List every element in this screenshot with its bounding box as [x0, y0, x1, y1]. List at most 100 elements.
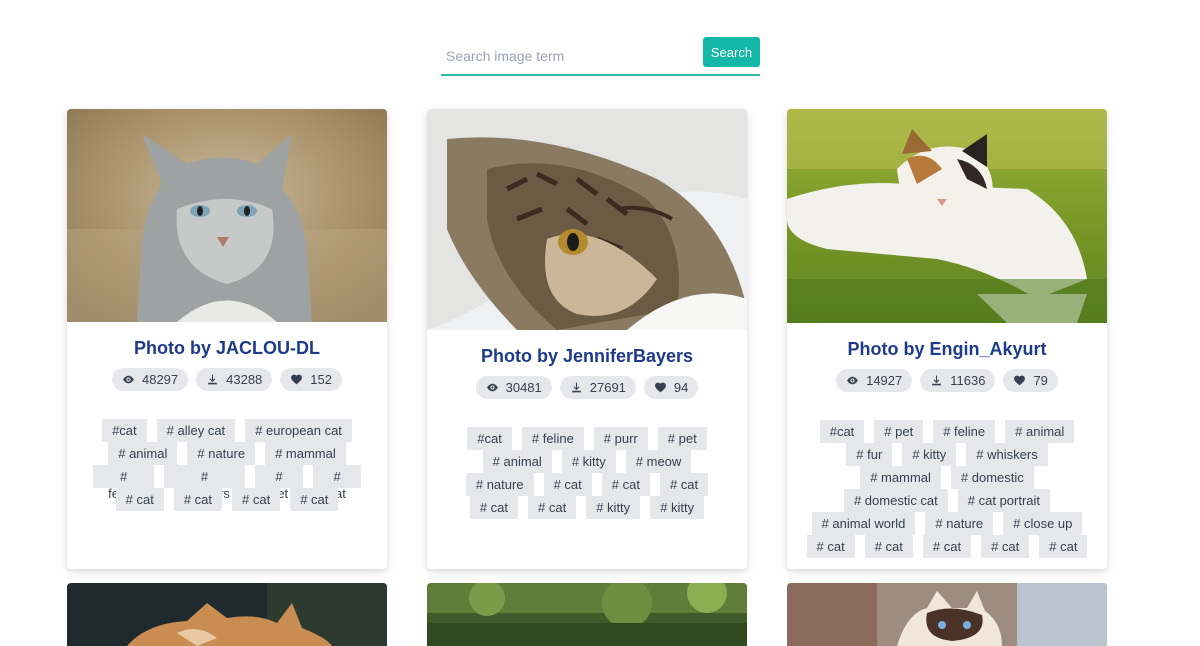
tag[interactable]: # cat — [232, 488, 281, 511]
tag-list: #cat # pet # feline # animal # fur # kit… — [797, 420, 1097, 558]
tag[interactable]: #cat — [102, 419, 147, 442]
tag[interactable]: # animal — [1005, 420, 1075, 443]
views-count: 14927 — [866, 373, 903, 388]
tag[interactable]: # meow — [625, 450, 692, 473]
tag[interactable]: # domestic — [950, 466, 1034, 489]
stats-row: 48297 43288 152 — [77, 368, 377, 391]
card-body: Photo by Engin_Akyurt 14927 11636 79 #ca… — [787, 323, 1107, 568]
tag[interactable]: # cat — [173, 488, 222, 511]
tag[interactable]: # animal — [482, 450, 552, 473]
tag[interactable]: # cat portrait — [957, 489, 1051, 512]
tag-row: # cat # cat # cat # cat — [93, 488, 361, 511]
tag[interactable]: # cat — [290, 488, 339, 511]
image-card[interactable]: Photo by JACLOU-DL 48297 43288 152 #cat … — [67, 109, 387, 569]
eye-icon — [123, 375, 134, 384]
tag-row: # domestic cat # cat portrait — [805, 489, 1089, 512]
card-image[interactable] — [787, 583, 1107, 646]
card-title[interactable]: Photo by JenniferBayers — [437, 346, 737, 367]
tag[interactable]: # kitty — [650, 496, 705, 519]
tag[interactable]: # nature — [465, 473, 534, 496]
tag[interactable]: # nature — [187, 442, 256, 465]
tag-row: #cat # feline # purr # pet — [453, 427, 721, 450]
views-count: 48297 — [141, 372, 179, 387]
tag[interactable]: # cat — [659, 473, 709, 496]
stats-row: 30481 27691 94 — [437, 376, 737, 399]
tag[interactable]: # kitty — [561, 450, 616, 473]
tag[interactable]: # pet — [254, 465, 304, 501]
heart-icon — [1014, 375, 1026, 386]
downloads-stat: 11636 — [920, 369, 996, 392]
tag[interactable]: # whiskers — [966, 443, 1048, 466]
card-title[interactable]: Photo by Engin_Akyurt — [797, 339, 1097, 360]
tag[interactable]: # pet — [874, 420, 924, 443]
tag-row: # fur # kitty # whiskers — [805, 443, 1089, 466]
downloads-count: 27691 — [589, 380, 626, 395]
tag[interactable]: # animal world — [811, 512, 916, 535]
heart-icon — [291, 374, 303, 385]
card-image[interactable] — [67, 583, 387, 646]
tag-list: #cat # feline # purr # pet # animal # ki… — [437, 427, 737, 519]
tag[interactable]: # cat — [922, 535, 972, 558]
tag-row: #cat # pet # feline # animal — [805, 420, 1089, 443]
card-image[interactable] — [427, 583, 747, 646]
search-button[interactable]: Search — [703, 37, 760, 67]
heart-icon — [655, 382, 666, 393]
tag-row: # animal # kitty # meow — [453, 450, 721, 473]
tag[interactable]: # kitty — [902, 443, 957, 466]
tag[interactable]: # cat — [469, 496, 519, 519]
tag[interactable]: # cat — [1039, 535, 1088, 558]
tag[interactable]: # cat — [528, 496, 577, 519]
image-card[interactable]: Photo by JenniferBayers 30481 27691 94 #… — [427, 109, 747, 569]
tag[interactable]: #cat — [467, 427, 512, 450]
downloads-count: 11636 — [950, 373, 986, 388]
tag[interactable]: # cat — [806, 535, 855, 558]
views-stat: 14927 — [836, 369, 913, 392]
eye-icon — [847, 376, 859, 385]
tag[interactable]: # cat — [543, 473, 592, 496]
tag[interactable]: # feline — [93, 465, 155, 501]
card-image[interactable] — [787, 109, 1107, 323]
tag-row: #cat # alley cat # european cat — [93, 419, 361, 442]
download-icon — [932, 375, 942, 386]
tag[interactable]: # cat — [864, 535, 913, 558]
card-title[interactable]: Photo by JACLOU-DL — [77, 338, 377, 359]
tag[interactable]: # european cat — [245, 419, 352, 442]
likes-stat: 152 — [280, 368, 342, 391]
tag[interactable]: # mammal — [860, 466, 941, 489]
tag[interactable]: # feline — [933, 420, 996, 443]
tag[interactable]: # mammal — [265, 442, 346, 465]
likes-count: 79 — [1033, 373, 1048, 388]
tag[interactable]: # alley cat — [156, 419, 236, 442]
downloads-stat: 43288 — [196, 368, 273, 391]
card-image[interactable] — [67, 109, 387, 322]
search-form: Search — [441, 37, 760, 76]
search-input[interactable] — [441, 40, 703, 71]
image-card[interactable]: Photo by Engin_Akyurt 14927 11636 79 #ca… — [787, 109, 1107, 569]
tag[interactable]: # feline — [521, 427, 584, 450]
tag[interactable]: # outdoors — [164, 465, 245, 501]
card-image[interactable] — [427, 109, 747, 330]
tag[interactable]: # animal — [108, 442, 178, 465]
tag-row: # animal world # nature # close up — [805, 512, 1089, 535]
likes-stat: 79 — [1003, 369, 1058, 392]
downloads-stat: 27691 — [559, 376, 636, 399]
tag-row: # cat # cat # cat # cat # cat — [805, 535, 1089, 558]
tag[interactable]: # close up — [1003, 512, 1083, 535]
tag[interactable]: # fur — [846, 443, 893, 466]
tag[interactable]: # nature — [925, 512, 994, 535]
tag[interactable]: # cat — [981, 535, 1030, 558]
tag[interactable]: # cat — [115, 488, 164, 511]
tag[interactable]: # cat — [313, 465, 362, 501]
tag-row: # animal # nature # mammal — [93, 442, 361, 465]
tag[interactable]: # kitty — [586, 496, 641, 519]
tag[interactable]: # cat — [601, 473, 650, 496]
tag[interactable]: # purr — [593, 427, 648, 450]
tag[interactable]: #cat — [819, 420, 865, 443]
stats-row: 14927 11636 79 — [797, 369, 1097, 392]
tag[interactable]: # pet — [657, 427, 707, 450]
likes-count: 94 — [673, 380, 689, 395]
tag[interactable]: # domestic cat — [843, 489, 948, 512]
likes-stat: 94 — [643, 376, 699, 399]
tag-row: # feline # outdoors # pet # cat — [93, 465, 362, 501]
views-count: 30481 — [505, 380, 542, 395]
